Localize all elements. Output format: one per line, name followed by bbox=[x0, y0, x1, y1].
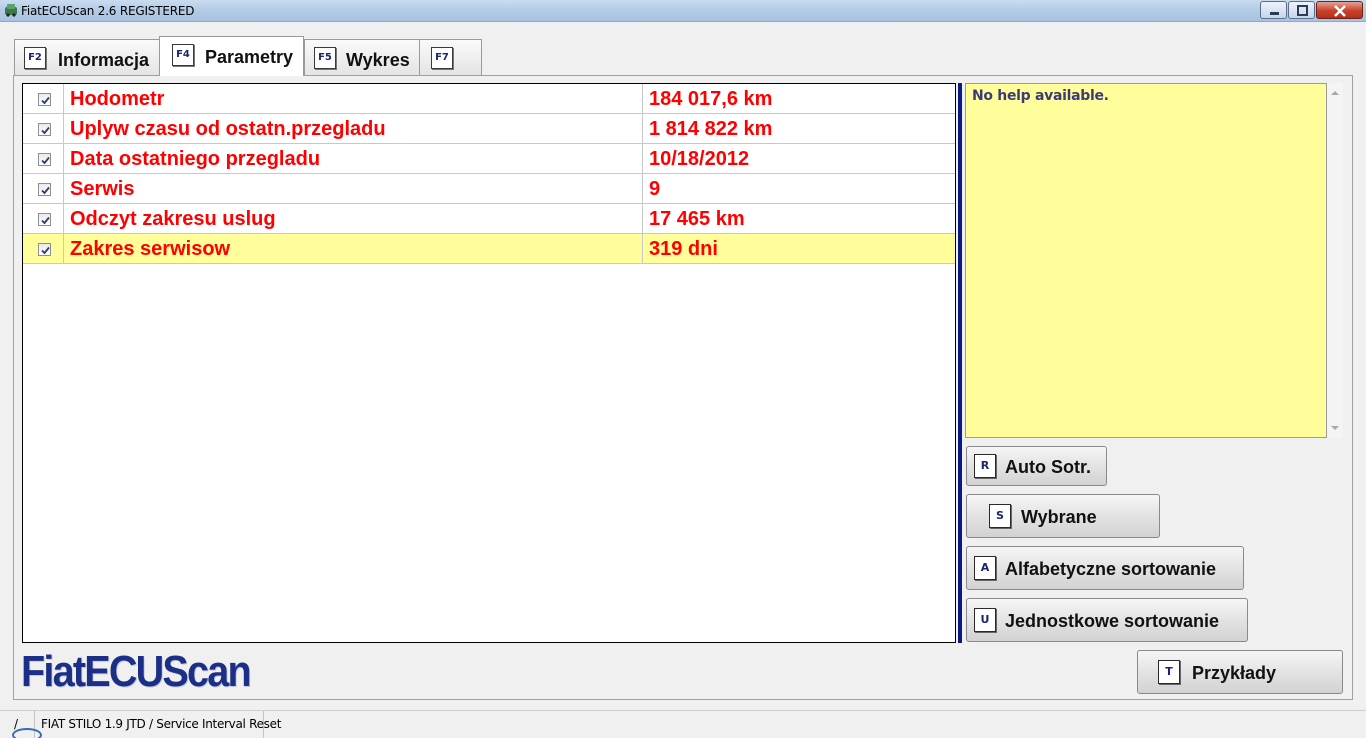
button-label: Alfabetyczne sortowanie bbox=[1005, 559, 1217, 579]
column-divider bbox=[642, 114, 643, 143]
help-panel: No help available. bbox=[965, 83, 1327, 438]
tab-label: Parametry bbox=[205, 47, 294, 67]
column-divider bbox=[642, 174, 643, 203]
parameter-row-selected[interactable]: Zakres serwisow 319 dni bbox=[23, 234, 955, 264]
parameter-row[interactable]: Serwis 9 bbox=[23, 174, 955, 204]
column-divider bbox=[642, 204, 643, 233]
parameter-checkbox[interactable] bbox=[38, 123, 51, 136]
parameter-name: Zakres serwisow bbox=[70, 238, 231, 260]
status-bar: / FIAT STILO 1.9 JTD / Service Interval … bbox=[0, 710, 1366, 738]
tab-wykres[interactable]: F5 Wykres bbox=[304, 39, 421, 75]
parameter-value: 9 bbox=[649, 178, 661, 200]
check-cell bbox=[23, 114, 64, 143]
title-bar: FiatECUScan 2.6 REGISTERED bbox=[0, 0, 1366, 22]
f7-key-icon: F7 bbox=[431, 47, 453, 69]
check-cell bbox=[23, 144, 64, 173]
connection-icon bbox=[12, 728, 42, 738]
parameter-name: Uplyw czasu od ostatn.przegladu bbox=[70, 118, 386, 140]
parameter-value: 319 dni bbox=[649, 238, 718, 260]
parameter-name: Odczyt zakresu uslug bbox=[70, 208, 276, 230]
auto-sort-button[interactable]: R Auto Sotr. bbox=[966, 446, 1107, 486]
panel-separator[interactable] bbox=[958, 83, 962, 643]
parameter-checkbox[interactable] bbox=[38, 183, 51, 196]
button-label: Jednostkowe sortowanie bbox=[1005, 611, 1220, 631]
help-text: No help available. bbox=[972, 88, 1109, 104]
f2-key-icon: F2 bbox=[24, 47, 46, 69]
parameter-checkbox[interactable] bbox=[38, 153, 51, 166]
button-label: Przykłady bbox=[1192, 663, 1277, 683]
parameter-row[interactable]: Hodometr 184 017,6 km bbox=[23, 84, 955, 114]
t-key-icon: T bbox=[1158, 660, 1180, 684]
unit-sort-button[interactable]: U Jednostkowe sortowanie bbox=[966, 598, 1248, 642]
parameter-value: 10/18/2012 bbox=[649, 148, 750, 170]
tab-label: Informacja bbox=[58, 50, 150, 70]
selected-button[interactable]: S Wybrane bbox=[966, 494, 1160, 538]
alphabetical-sort-button[interactable]: A Alfabetyczne sortowanie bbox=[966, 546, 1244, 590]
parameter-value: 1 814 822 km bbox=[649, 118, 773, 140]
parameter-value: 17 465 km bbox=[649, 208, 745, 230]
help-scrollbar[interactable] bbox=[1327, 83, 1343, 438]
status-segment: FIAT STILO 1.9 JTD / Service Interval Re… bbox=[36, 711, 281, 738]
parameter-value: 184 017,6 km bbox=[649, 88, 773, 110]
parameter-row[interactable]: Uplyw czasu od ostatn.przegladu 1 814 82… bbox=[23, 114, 955, 144]
parameter-checkbox[interactable] bbox=[38, 213, 51, 226]
tab-informacja[interactable]: F2 Informacja bbox=[14, 39, 161, 75]
minimize-button[interactable] bbox=[1260, 1, 1287, 19]
parameter-row[interactable]: Data ostatniego przegladu 10/18/2012 bbox=[23, 144, 955, 174]
parameter-row[interactable]: Odczyt zakresu uslug 17 465 km bbox=[23, 204, 955, 234]
column-divider bbox=[642, 234, 643, 263]
tab-f7[interactable]: F7 bbox=[419, 39, 482, 75]
examples-button[interactable]: T Przykłady bbox=[1137, 650, 1343, 694]
r-key-icon: R bbox=[974, 454, 996, 478]
check-cell bbox=[23, 174, 64, 203]
scroll-up-icon[interactable] bbox=[1331, 91, 1339, 95]
check-cell bbox=[23, 84, 64, 113]
f4-key-icon: F4 bbox=[172, 44, 194, 66]
scroll-down-icon[interactable] bbox=[1331, 426, 1339, 430]
parameter-name: Data ostatniego przegladu bbox=[70, 148, 321, 170]
column-divider bbox=[642, 144, 643, 173]
tab-label: Wykres bbox=[346, 50, 410, 70]
parameter-checkbox[interactable] bbox=[38, 243, 51, 256]
check-cell bbox=[23, 204, 64, 233]
button-label: Auto Sotr. bbox=[1005, 457, 1091, 477]
tab-parametry[interactable]: F4 Parametry bbox=[159, 36, 304, 76]
status-vehicle: FIAT STILO 1.9 JTD / Service Interval Re… bbox=[41, 717, 282, 731]
s-key-icon: S bbox=[989, 504, 1011, 528]
check-cell bbox=[23, 234, 64, 263]
maximize-button[interactable] bbox=[1288, 1, 1315, 19]
fiatecuscan-logo: FiatECUScan bbox=[21, 647, 252, 696]
parameter-name: Serwis bbox=[70, 178, 135, 200]
button-label: Wybrane bbox=[1021, 507, 1097, 527]
u-key-icon: U bbox=[974, 608, 996, 632]
a-key-icon: A bbox=[974, 556, 996, 580]
parameter-grid: Hodometr 184 017,6 km Uplyw czasu od ost… bbox=[22, 83, 956, 643]
close-button[interactable] bbox=[1316, 1, 1363, 19]
parameter-name: Hodometr bbox=[70, 88, 165, 110]
app-icon bbox=[4, 3, 18, 17]
window-title: FiatECUScan 2.6 REGISTERED bbox=[21, 4, 195, 18]
f5-key-icon: F5 bbox=[314, 47, 336, 69]
parameter-checkbox[interactable] bbox=[38, 93, 51, 106]
column-divider bbox=[642, 84, 643, 113]
